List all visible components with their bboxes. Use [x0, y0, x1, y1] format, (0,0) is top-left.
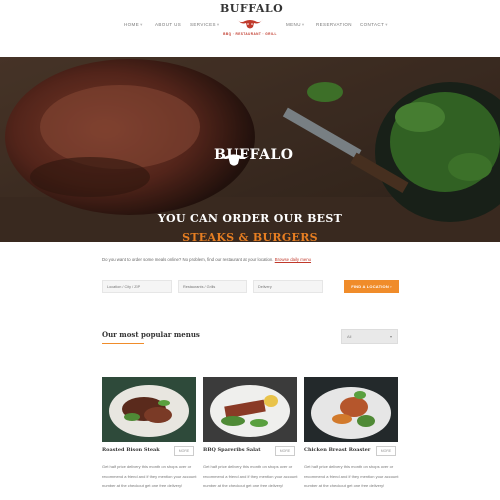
nav-label: CONTACT [360, 22, 385, 27]
logo-tagline: BBQ · RESTAURANT · GRILL [223, 32, 277, 36]
chevron-down-icon: ▾ [385, 22, 388, 27]
site-header: HOME▾ ABOUT US SERVICES▾ BUFFALO BBQ · R… [0, 0, 500, 57]
section-title: Our most popular menus [102, 330, 200, 339]
restaurant-input[interactable] [178, 280, 247, 293]
nav-home[interactable]: HOME▾ [124, 22, 143, 28]
nav-label: SERVICES [190, 22, 216, 27]
delivery-input[interactable] [253, 280, 323, 293]
nav-label: MENU [286, 22, 301, 27]
site-logo[interactable]: BUFFALO BBQ · RESTAURANT · GRILL [220, 2, 284, 37]
location-input[interactable] [102, 280, 172, 293]
menu-card-description: Get half price delivery this month on sh… [203, 464, 298, 488]
steak-dish-image [102, 377, 196, 442]
logo-title: BUFFALO [220, 2, 284, 15]
nav-menu[interactable]: MENU▾ [286, 22, 305, 28]
title-underline [102, 343, 144, 344]
menu-card-title[interactable]: Chicken Breast Roaster [304, 447, 370, 453]
menu-card-description: Get half price delivery this month on sh… [102, 464, 197, 488]
nav-label: RESERVATION [316, 22, 352, 27]
chevron-down-icon: ▾ [140, 22, 143, 27]
menu-card-more-button[interactable]: MORE [376, 446, 396, 456]
hero-logo: BUFFALO [214, 147, 293, 166]
filter-value: All [347, 334, 352, 339]
buffalo-icon [237, 19, 263, 29]
nav-label: HOME [124, 22, 140, 27]
page: HOME▾ ABOUT US SERVICES▾ BUFFALO BBQ · R… [0, 0, 500, 500]
menu-card-image[interactable] [304, 377, 398, 442]
nav-about[interactable]: ABOUT US [155, 22, 181, 27]
ribs-dish-image [203, 377, 297, 442]
nav-label: ABOUT US [155, 22, 182, 27]
nav-contact[interactable]: CONTACT▾ [360, 22, 388, 28]
arrow-right-icon: › [390, 284, 392, 289]
menu-card-description: Get half price delivery this month on sh… [304, 464, 399, 488]
find-location-button[interactable]: FIND A LOCATION › [344, 280, 399, 293]
chevron-down-icon: ▾ [389, 334, 392, 339]
nav-services[interactable]: SERVICES▾ [190, 22, 220, 28]
menu-card-image[interactable] [203, 377, 297, 442]
nav-reservation[interactable]: RESERVATION [316, 22, 352, 27]
menu-card-title[interactable]: Roasted Bison Steak [102, 447, 160, 453]
chicken-dish-image [304, 377, 398, 442]
menu-filter-select[interactable]: All ▾ [341, 329, 398, 344]
browse-menu-link[interactable]: Browse daily menu [275, 257, 311, 262]
order-intro: Do you want to order some meals online? … [102, 257, 311, 262]
hero-banner: BUFFALO YOU CAN ORDER OUR BEST STEAKS & … [0, 57, 500, 242]
order-intro-text: Do you want to order some meals online? … [102, 257, 274, 262]
menu-card-title[interactable]: BBQ Spareribs Salat [203, 447, 261, 453]
hero-headline: YOU CAN ORDER OUR BEST [157, 212, 343, 225]
hero-subheadline: STEAKS & BURGERS [182, 231, 318, 242]
find-location-label: FIND A LOCATION [351, 284, 389, 289]
buffalo-icon [216, 153, 252, 166]
chevron-down-icon: ▾ [301, 22, 305, 27]
menu-card-image[interactable] [102, 377, 196, 442]
menu-card-more-button[interactable]: MORE [174, 446, 194, 456]
menu-card-more-button[interactable]: MORE [275, 446, 295, 456]
